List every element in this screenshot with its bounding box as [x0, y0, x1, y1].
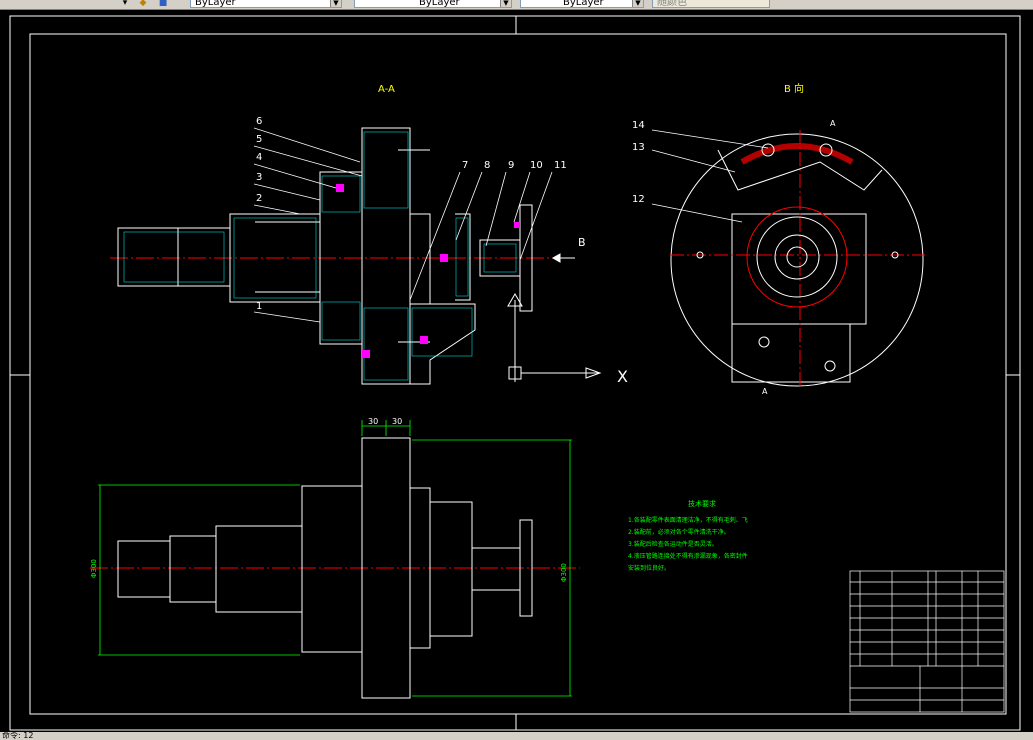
lineweight-combo[interactable]: ByLayer ▼: [520, 0, 644, 8]
layer-previous-icon[interactable]: ■: [156, 0, 170, 8]
part-number-4: 4: [256, 152, 262, 163]
part-number-10: 10: [530, 160, 543, 171]
part-number-14: 14: [632, 120, 645, 131]
chevron-down-icon[interactable]: ▾: [118, 0, 132, 8]
tech-note: 1.各装配零件表面清理洁净，不得有毛刺、飞: [628, 516, 748, 524]
drawing-canvas[interactable]: A-A 6 5 4 3 2 1 7 8 9 10 11 B X B 向 14 1…: [0, 10, 1033, 732]
tech-note: 4.液压管路连接处不得有渗漏现象，各密封件: [628, 552, 748, 560]
dimension-30: 30: [392, 417, 402, 426]
title-block: [849, 570, 1005, 713]
cad-drawing[interactable]: A-A 6 5 4 3 2 1 7 8 9 10 11 B X B 向 14 1…: [0, 10, 1033, 732]
front-view: 30 30 Φ300 Φ300: [90, 417, 580, 699]
part-number-7: 7: [462, 160, 468, 171]
command-line[interactable]: 命令: 12: [0, 732, 1033, 740]
properties-toolbar: ▾ ◆ ■ ByLayer ▼ ByLayer ▼ ByLayer ▼ 随颜色: [0, 0, 1033, 10]
section-aa-view: A-A 6 5 4 3 2 1 7 8 9 10 11 B X: [110, 84, 628, 386]
chevron-down-icon[interactable]: ▼: [500, 0, 511, 7]
part-number-13: 13: [632, 142, 645, 153]
view-b-label: B 向: [784, 82, 804, 95]
part-number-5: 5: [256, 134, 262, 145]
part-number-12: 12: [632, 194, 645, 205]
dimension-diameter: Φ300: [90, 559, 98, 578]
chevron-down-icon[interactable]: ▼: [330, 0, 341, 7]
part-number-8: 8: [484, 160, 490, 171]
technical-notes: 技术要求 1.各装配零件表面清理洁净，不得有毛刺、飞 2.装配前，必须对各个零件…: [628, 499, 748, 572]
part-number-6: 6: [256, 116, 262, 127]
view-mark-a: A: [830, 119, 836, 128]
tech-notes-title: 技术要求: [688, 499, 716, 508]
axis-x-label: X: [617, 367, 628, 386]
part-number-1: 1: [256, 301, 262, 312]
part-number-3: 3: [256, 172, 262, 183]
tech-note: 2.装配前，必须对各个零件清洗干净。: [628, 528, 730, 536]
tech-note: 安装到位良好。: [628, 564, 670, 572]
view-direction-label: B: [578, 236, 586, 249]
view-b: B 向 14 13 12 A A: [632, 82, 925, 396]
view-mark-a: A: [762, 387, 768, 396]
color-combo[interactable]: ByLayer ▼: [190, 0, 342, 8]
part-number-9: 9: [508, 160, 514, 171]
plotstyle-combo[interactable]: 随颜色: [652, 0, 770, 8]
linetype-combo[interactable]: ByLayer ▼: [354, 0, 512, 8]
chevron-down-icon[interactable]: ▼: [632, 0, 643, 7]
part-number-11: 11: [554, 160, 567, 171]
part-number-2: 2: [256, 193, 262, 204]
dimension-diameter: Φ300: [560, 563, 568, 582]
tech-note: 3.装配后检查各运动件是否灵活。: [628, 540, 718, 548]
dimension-30: 30: [368, 417, 378, 426]
layer-state-icon[interactable]: ◆: [136, 0, 150, 8]
section-aa-label: A-A: [378, 84, 395, 95]
